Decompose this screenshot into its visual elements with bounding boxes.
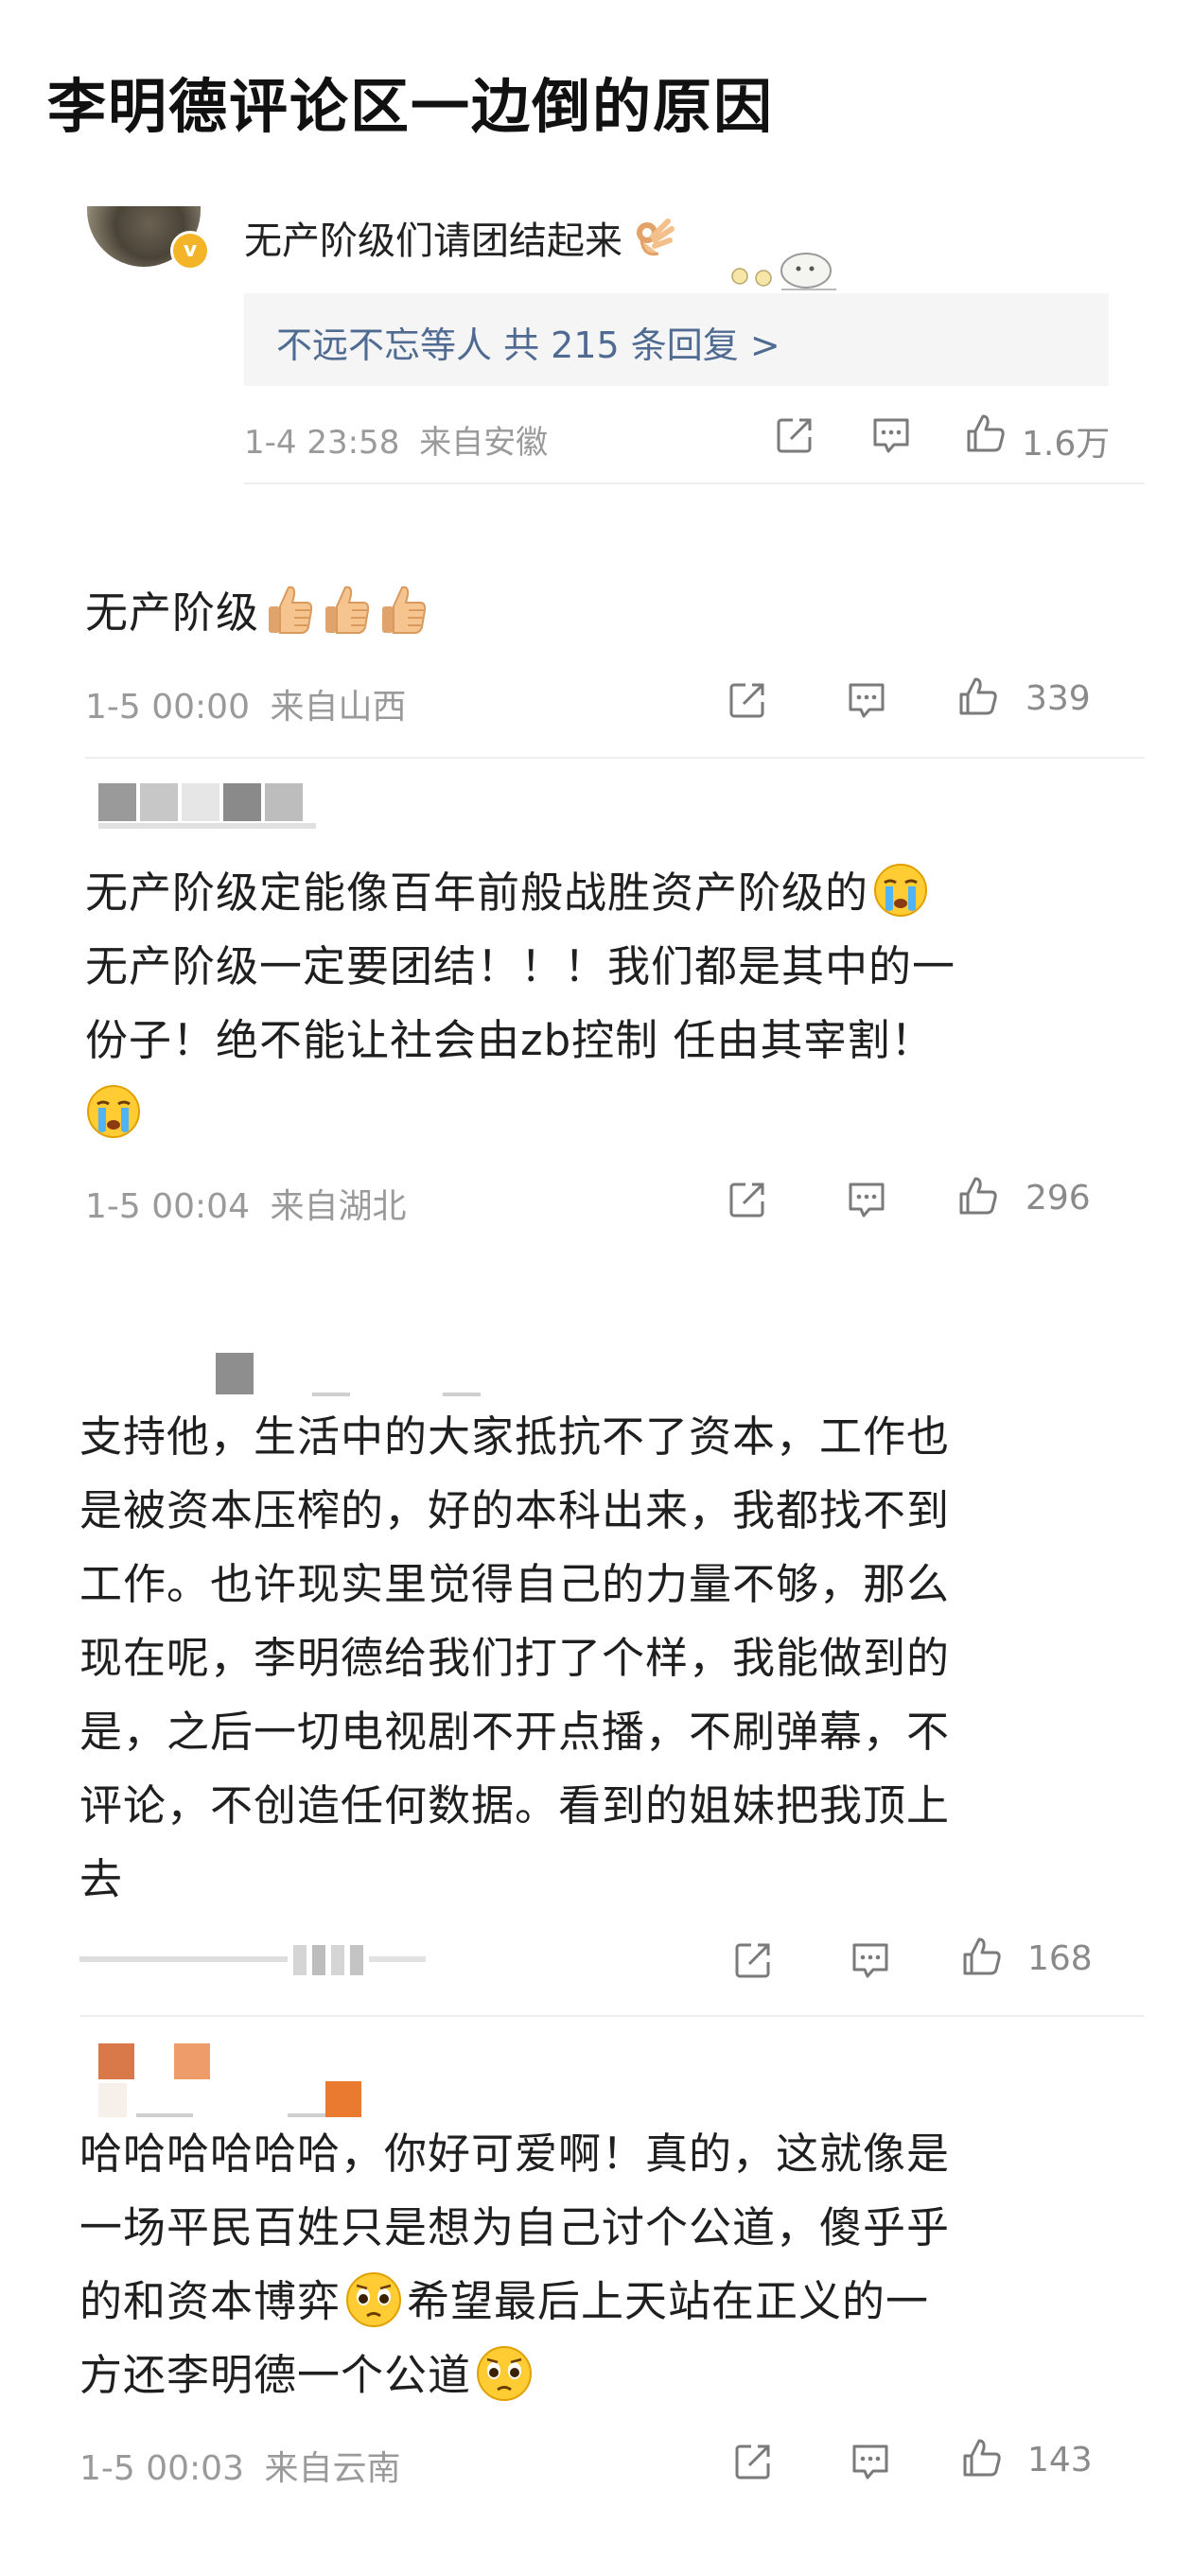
comment-line: 支持他，生活中的大家抵抗不了资本，工作也 xyxy=(79,1411,951,1462)
like-icon[interactable] xyxy=(957,1175,999,1217)
divider xyxy=(85,757,1145,759)
comment-date: 1-5 00:04 xyxy=(85,1187,250,1226)
divider xyxy=(244,482,1145,484)
comment-line-text: 希望最后上天站在正义的一 xyxy=(407,2276,930,2326)
comment-icon[interactable] xyxy=(846,1179,887,1220)
comment-line: 哈哈哈哈哈哈，你好可爱啊！真的，这就像是 xyxy=(79,2129,951,2179)
page-headline: 李明德评论区一边倒的原因 xyxy=(47,72,775,141)
reply-summary-link[interactable]: 不远不忘等人 共 215 条回复 > xyxy=(276,316,780,368)
pleading-face-emoji-icon xyxy=(475,2344,534,2403)
comment-text-content: 无产阶级们请团结起来 xyxy=(244,219,622,263)
comment-location: 来自湖北 xyxy=(270,1187,407,1226)
crying-emoji-icon xyxy=(872,862,929,919)
comment-icon[interactable] xyxy=(846,679,887,721)
like-icon[interactable] xyxy=(957,675,999,717)
comment-line-text: 的和资本博弈 xyxy=(79,2276,342,2326)
crying-emoji-icon xyxy=(85,1083,142,1140)
comment-icon[interactable] xyxy=(850,2441,891,2482)
comment-text: 支持他，生活中的大家抵抗不了资本，工作也 是被资本压榨的，好的本科出来，我都找不… xyxy=(79,1400,950,1917)
censored-username xyxy=(216,1353,500,1400)
like-count: 1.6万 xyxy=(1022,425,1111,464)
pleading-face-emoji-icon xyxy=(344,2270,403,2329)
comment-meta: 1-5 00:03 来自云南 xyxy=(79,2441,400,2490)
censored-username xyxy=(98,783,325,829)
comment-line: 是被资本压榨的，好的本科出来，我都找不到 xyxy=(79,1485,951,1535)
share-icon[interactable] xyxy=(732,1939,774,1981)
comment-line: 无产阶级定能像百年前般战胜资产阶级的 xyxy=(85,856,955,930)
comment-line: 一场平民百姓只是想为自己讨个公道，傻乎乎 xyxy=(79,2202,951,2252)
censored-meta xyxy=(79,1943,439,1977)
sheep-sticker-icon xyxy=(731,253,836,290)
censored-username xyxy=(98,2043,382,2119)
comment-text: 无产阶级 xyxy=(85,575,429,651)
comment-date: 1-5 00:03 xyxy=(79,2449,244,2488)
like-count: 339 xyxy=(1025,679,1091,718)
verified-badge-icon: v xyxy=(170,231,210,271)
comment-line: 份子！绝不能让社会由zb控制 任由其宰割！ xyxy=(85,1015,935,1065)
like-count: 168 xyxy=(1027,1939,1093,1978)
share-icon[interactable] xyxy=(732,2441,774,2482)
reply-summary-box[interactable]: 不远不忘等人 共 215 条回复 > xyxy=(244,293,1109,386)
comment-line: 现在呢，李明德给我们打了个样，我能做到的 xyxy=(79,1633,951,1683)
comment-date: 1-4 23:58 xyxy=(244,424,400,462)
comment-line: 的和资本博弈 希望最后上天站在正义的一 xyxy=(79,2265,950,2339)
comment-icon[interactable] xyxy=(850,1939,891,1981)
comment-line xyxy=(85,1078,955,1151)
comment-location: 来自云南 xyxy=(264,2449,401,2488)
comment-line: 方还李明德一个公道 xyxy=(79,2339,950,2412)
thumbs-up-emoji-icon xyxy=(263,582,316,637)
thumbs-up-emoji-icon xyxy=(320,582,373,637)
comment-text: 无产阶级们请团结起来 xyxy=(244,210,675,265)
like-icon[interactable] xyxy=(961,2437,1003,2479)
comment-meta: 1-5 00:00 来自山西 xyxy=(85,679,406,728)
share-icon[interactable] xyxy=(727,1179,768,1220)
comment-date: 1-5 00:00 xyxy=(85,688,250,727)
comment-meta: 1-4 23:58 来自安徽 xyxy=(244,416,548,463)
comment-text-content: 无产阶级 xyxy=(85,587,260,638)
comment-line: 无产阶级一定要团结！！！我们都是其中的一 xyxy=(85,941,956,991)
like-count: 296 xyxy=(1025,1179,1091,1218)
comment-text: 哈哈哈哈哈哈，你好可爱啊！真的，这就像是 一场平民百姓只是想为自己讨个公道，傻乎… xyxy=(79,2117,950,2412)
comment-line: 评论，不创造任何数据。看到的姐妹把我顶上 xyxy=(79,1780,951,1831)
like-count: 143 xyxy=(1027,2441,1093,2480)
divider xyxy=(79,2015,1145,2017)
comment-meta: 1-5 00:04 来自湖北 xyxy=(85,1179,406,1228)
like-icon[interactable] xyxy=(965,412,1007,454)
share-icon[interactable] xyxy=(727,679,768,721)
comment-line: 是，之后一切电视剧不开点播，不刷弹幕，不 xyxy=(79,1707,951,1757)
comment-line-text: 方还李明德一个公道 xyxy=(79,2350,472,2400)
comment-line: 工作。也许现实里觉得自己的力量不够，那么 xyxy=(79,1559,951,1609)
comment-text: 无产阶级定能像百年前般战胜资产阶级的 无产阶级一定要团结！！！我们都是其中的一 … xyxy=(85,856,955,1151)
thumbs-up-emoji-icon xyxy=(377,582,429,637)
comment-location: 来自安徽 xyxy=(419,424,549,462)
share-icon[interactable] xyxy=(774,414,815,456)
comment-location: 来自山西 xyxy=(270,688,407,727)
ok-hand-emoji-icon xyxy=(630,216,675,261)
like-icon[interactable] xyxy=(961,1936,1003,1977)
comment-line: 去 xyxy=(79,1854,124,1904)
comment-line-text: 无产阶级定能像百年前般战胜资产阶级的 xyxy=(85,867,869,918)
comment-icon[interactable] xyxy=(870,414,912,456)
